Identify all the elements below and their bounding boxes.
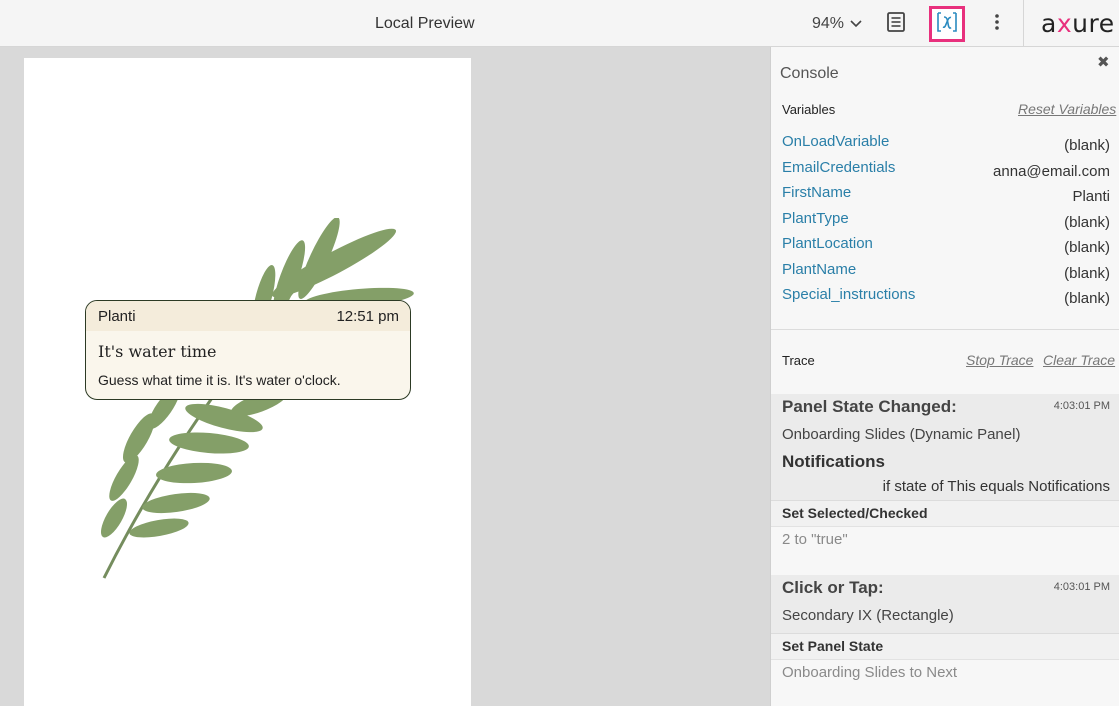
notes-button[interactable]	[882, 11, 910, 37]
logo-text-start: a	[1041, 9, 1057, 38]
variable-row: PlantName (blank)	[782, 261, 1110, 287]
variable-name[interactable]: PlantName	[782, 261, 856, 278]
variable-value: anna@email.com	[993, 162, 1110, 180]
logo-text-end: ure	[1072, 9, 1115, 38]
clear-trace-link[interactable]: Clear Trace	[1043, 352, 1115, 368]
fern-leaf-illustration	[101, 218, 414, 579]
variable-row: FirstName Planti	[782, 184, 1110, 210]
variable-name[interactable]: PlantLocation	[782, 235, 873, 252]
section-divider	[771, 329, 1119, 330]
reset-variables-link[interactable]: Reset Variables	[1018, 101, 1116, 117]
trace-label: Trace	[782, 353, 815, 368]
close-icon[interactable]: ✖	[1097, 53, 1110, 71]
variable-value: (blank)	[1064, 290, 1110, 307]
trace-time: 4:03:01 PM	[1053, 400, 1110, 412]
logo-x: x	[1056, 9, 1073, 38]
variable-row: PlantType (blank)	[782, 210, 1110, 236]
variable-name[interactable]: PlantType	[782, 210, 849, 227]
zoom-level: 94%	[812, 15, 845, 32]
trace-entry: Click or Tap: 4:03:01 PM Secondary IX (R…	[771, 575, 1119, 685]
trace-case: Notifications	[782, 452, 885, 471]
toolbar-divider	[1023, 0, 1024, 47]
stop-trace-link[interactable]: Stop Trace	[966, 352, 1033, 368]
trace-header: Click or Tap: 4:03:01 PM	[771, 575, 1119, 601]
axure-logo[interactable]: axure	[1041, 9, 1115, 38]
notification-time: 12:51 pm	[336, 307, 399, 325]
variable-value: (blank)	[1064, 137, 1110, 154]
variable-row: EmailCredentials anna@email.com	[782, 159, 1110, 185]
variable-row: PlantLocation (blank)	[782, 235, 1110, 261]
variable-value: (blank)	[1064, 213, 1110, 231]
more-options-button[interactable]	[986, 12, 1008, 36]
variables-list: OnLoadVariable (blank) EmailCredentials …	[782, 133, 1110, 312]
more-vertical-icon	[995, 13, 999, 35]
trace-condition: if state of This equals Notifications	[882, 478, 1110, 495]
variables-label: Variables	[782, 102, 836, 117]
trace-event: Panel State Changed:	[782, 397, 957, 416]
trace-action-detail: 2 to "true"	[771, 526, 1119, 552]
variable-value: Planti	[1072, 188, 1110, 205]
trace-event: Click or Tap:	[782, 578, 884, 597]
chevron-down-icon	[850, 15, 862, 33]
variable-value: (blank)	[1064, 239, 1110, 256]
notification-header: Planti 12:51 pm	[86, 301, 410, 331]
variable-name[interactable]: EmailCredentials	[782, 159, 895, 176]
variable-name[interactable]: OnLoadVariable	[782, 133, 889, 150]
variable-name[interactable]: Special_instructions	[782, 286, 915, 303]
trace-action: Set Panel State	[771, 633, 1119, 659]
prototype-canvas: Planti 12:51 pm It's water time Guess wh…	[24, 58, 471, 706]
notification-card[interactable]: Planti 12:51 pm It's water time Guess wh…	[85, 300, 411, 400]
top-toolbar: Local Preview 94% axure	[0, 0, 1119, 47]
console-title: Console	[780, 65, 839, 82]
page-title[interactable]: Local Preview	[375, 15, 475, 33]
trace-time: 4:03:01 PM	[1053, 581, 1110, 593]
variable-row: Special_instructions (blank)	[782, 286, 1110, 312]
document-icon	[887, 11, 905, 37]
trace-source: Onboarding Slides (Dynamic Panel)	[782, 426, 1021, 443]
notification-app-name: Planti	[98, 307, 136, 325]
notification-title: It's water time	[98, 342, 217, 361]
trace-action: Set Selected/Checked	[771, 500, 1119, 526]
trace-source: Secondary IX (Rectangle)	[782, 607, 954, 624]
variable-value: (blank)	[1064, 264, 1110, 282]
trace-action-detail: Onboarding Slides to Next	[771, 659, 1119, 685]
console-panel: Console ✖ Variables Reset Variables OnLo…	[770, 47, 1119, 706]
trace-entry: Panel State Changed: 4:03:01 PM Onboardi…	[771, 394, 1119, 552]
trace-header: Panel State Changed: 4:03:01 PM	[771, 394, 1119, 420]
variable-x-icon	[936, 11, 958, 38]
variable-row: OnLoadVariable (blank)	[782, 133, 1110, 159]
console-toggle-button[interactable]	[929, 6, 965, 42]
notification-body: Guess what time it is. It's water o'cloc…	[98, 372, 341, 388]
variable-name[interactable]: FirstName	[782, 184, 851, 201]
zoom-dropdown[interactable]: 94%	[812, 15, 862, 33]
